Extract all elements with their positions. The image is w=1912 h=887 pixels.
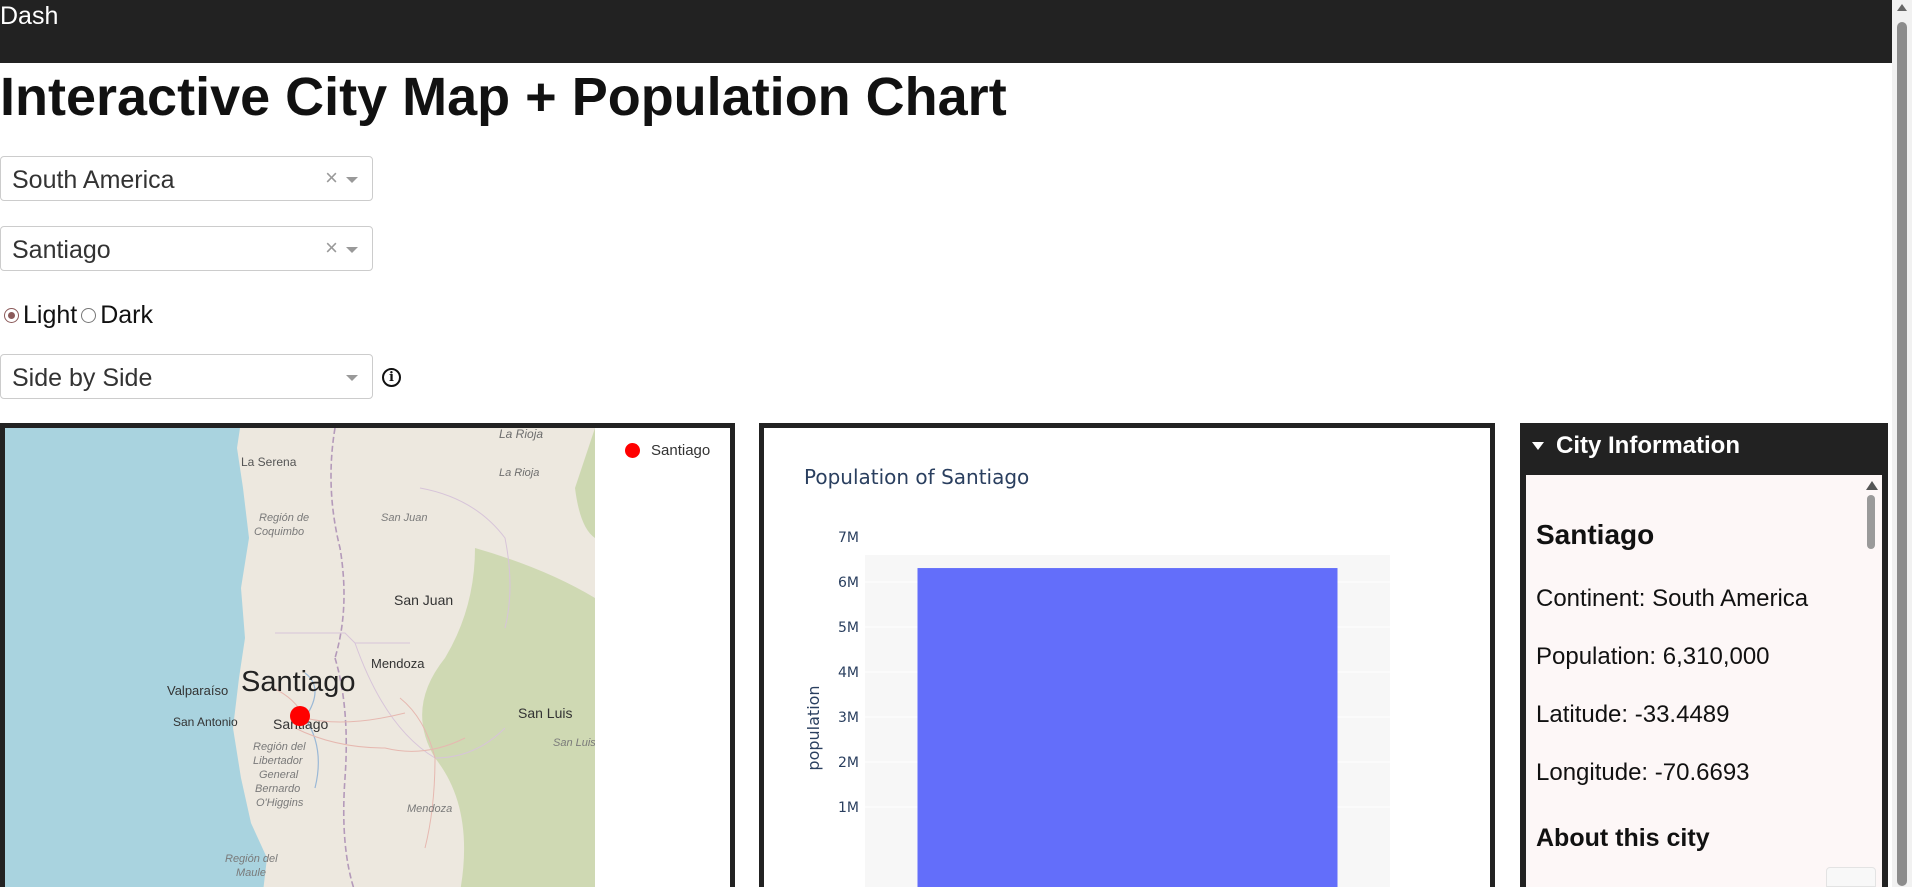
map-label: La Serena [241, 455, 297, 469]
map-label: San Juan [394, 592, 453, 608]
chevron-down-icon[interactable] [346, 247, 358, 253]
chart-y-tick-label: 6M [838, 575, 859, 591]
city-name: Santiago [1536, 519, 1655, 550]
map-label: San Juan [381, 512, 427, 524]
map-label: O'Higgins [256, 797, 304, 809]
map-label: La Rioja [499, 467, 539, 479]
chart-y-axis-label: population [804, 685, 823, 770]
city-info-toggle[interactable]: City Information [1520, 423, 1888, 468]
chart-y-tick-label: 5M [838, 620, 859, 636]
map-label: Región de [259, 512, 309, 524]
chart-y-tick-label: 3M [838, 710, 859, 726]
chart-y-tick-label: 4M [838, 665, 859, 681]
city-info-body: Santiago Continent: South America Popula… [1526, 475, 1882, 887]
radio-selected-icon[interactable] [4, 307, 19, 323]
chart-y-tick-label: 2M [838, 755, 859, 771]
map-label: Valparaíso [167, 683, 228, 698]
chart-y-tick-label: 7M [838, 530, 859, 546]
map-legend-label: Santiago [651, 442, 711, 459]
map-label: Mendoza [371, 656, 425, 671]
info-scrollbar[interactable] [1864, 475, 1878, 887]
city-population: Population: 6,310,000 [1536, 643, 1770, 670]
map-label: General [259, 769, 299, 781]
scroll-up-arrow-icon[interactable] [1897, 4, 1907, 11]
layout-dropdown[interactable]: Side by Side [0, 354, 373, 399]
map-legend[interactable]: Santiago [625, 442, 710, 459]
population-chart[interactable]: 1M 2M 3M 4M 5M 6M 7M Population of Santiago po… [764, 428, 1490, 887]
city-longitude: Longitude: -70.6693 [1536, 759, 1750, 786]
page-title: Interactive City Map + Population Chart [0, 67, 1007, 127]
chart-y-tick-label: 1M [838, 800, 859, 816]
map-label: Región del [253, 741, 306, 753]
map-label: Bernardo [255, 783, 300, 795]
legend-marker-icon [625, 443, 640, 458]
navbar-brand[interactable]: Dash [0, 2, 58, 31]
page-scrollbar[interactable] [1892, 0, 1912, 887]
map-label: Región del [225, 853, 278, 865]
radio-unselected-icon[interactable] [81, 307, 97, 323]
continent-dropdown-value: South America [12, 166, 175, 194]
theme-radio-dark[interactable]: Dark [81, 301, 153, 330]
map-label: Libertador [253, 755, 304, 767]
map-tiles: La Rioja La Serena La Rioja Región de Co… [167, 428, 595, 887]
layout-dropdown-value: Side by Side [12, 364, 153, 392]
city-continent: Continent: South America [1536, 585, 1809, 612]
map-label: San Luis [553, 737, 595, 749]
population-bar[interactable] [917, 568, 1338, 887]
caret-down-icon [1532, 442, 1544, 450]
map-canvas[interactable]: La Rioja La Serena La Rioja Región de Co… [5, 428, 595, 887]
scrollbar-thumb[interactable] [1867, 495, 1875, 549]
continent-dropdown[interactable]: South America × [0, 156, 373, 201]
map-label: Maule [236, 867, 266, 879]
theme-radio-group: Light Dark [4, 300, 157, 330]
map-label: La Rioja [499, 428, 543, 441]
scroll-up-arrow-icon[interactable] [1866, 481, 1878, 490]
map-label: San Antonio [173, 715, 238, 729]
clear-icon[interactable]: × [325, 167, 338, 189]
theme-radio-light-label[interactable]: Light [23, 301, 77, 330]
map-hover-label: Santiago [241, 666, 356, 698]
map-label: Mendoza [407, 803, 452, 815]
city-dropdown[interactable]: Santiago × [0, 226, 373, 271]
map-label: Coquimbo [254, 526, 304, 538]
scrollbar-thumb[interactable] [1897, 22, 1907, 886]
clear-icon[interactable]: × [325, 237, 338, 259]
chevron-down-icon[interactable] [346, 375, 358, 381]
navbar: Dash [0, 0, 1892, 63]
city-latitude: Latitude: -33.4489 [1536, 701, 1730, 728]
city-dropdown-value: Santiago [12, 236, 111, 264]
chevron-down-icon[interactable] [346, 177, 358, 183]
chart-panel: 1M 2M 3M 4M 5M 6M 7M Population of Santiago po… [759, 423, 1495, 887]
city-info-header: City Information [1556, 432, 1740, 459]
resize-handle[interactable] [1826, 867, 1876, 887]
about-city-heading: About this city [1536, 824, 1710, 852]
map-label: San Luis [518, 705, 572, 721]
city-info-panel: City Information Santiago Continent: Sou… [1520, 423, 1888, 887]
theme-radio-dark-label[interactable]: Dark [100, 301, 153, 330]
info-icon[interactable]: i [382, 368, 401, 387]
city-marker[interactable] [290, 706, 310, 726]
map-panel: La Rioja La Serena La Rioja Región de Co… [0, 423, 735, 887]
theme-radio-light[interactable]: Light [4, 301, 77, 330]
chart-title: Population of Santiago [804, 465, 1029, 489]
